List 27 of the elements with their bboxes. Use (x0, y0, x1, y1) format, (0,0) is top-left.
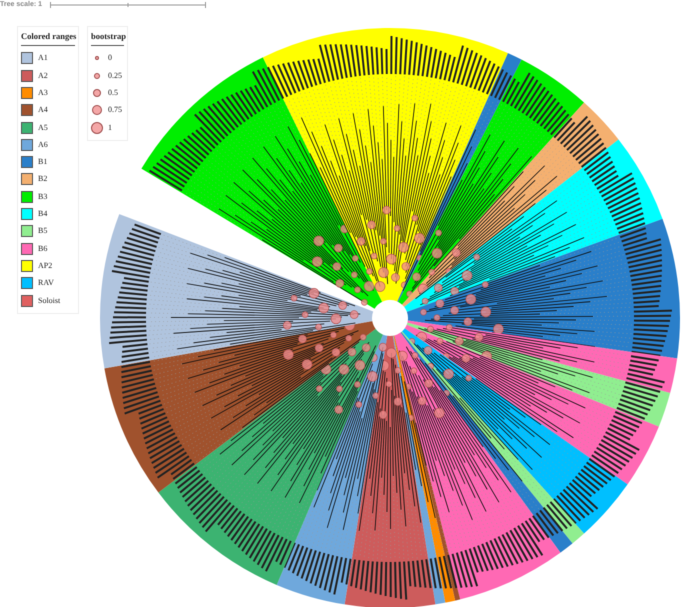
bootstrap-dot-icon (92, 105, 102, 116)
legend-label: B3 (38, 190, 48, 203)
legend-label: RAV (38, 277, 54, 290)
legend-label: AP2 (38, 260, 52, 272)
legend-label: A5 (38, 122, 48, 134)
legend-label: 0.25 (108, 70, 122, 82)
legend-label: B5 (38, 225, 48, 238)
bootstrap-dot-icon (93, 88, 101, 97)
legend-label: A4 (38, 104, 48, 116)
legend-label: A1 (38, 52, 48, 64)
legend-label: B1 (38, 156, 48, 168)
legend-label: A3 (38, 86, 48, 99)
legend-label: 0 (108, 52, 112, 64)
legend-title: bootstrap (91, 30, 124, 46)
legend-label: A2 (38, 70, 48, 82)
bootstrap-dot-icon (94, 72, 100, 79)
legend-label: A6 (38, 138, 48, 151)
bootstrap-dot-icon (91, 122, 103, 134)
legend-label: B2 (38, 173, 48, 186)
legend-label: B6 (38, 242, 48, 255)
legend-label: Soloist (38, 294, 60, 307)
legend-label: 1 (108, 122, 112, 134)
legend-label: 0.5 (108, 86, 118, 99)
legend-label: B4 (38, 208, 48, 220)
legend-label: 0.75 (108, 104, 122, 116)
legend-title: Colored ranges (21, 30, 75, 46)
bootstrap-dot-icon (95, 56, 99, 60)
